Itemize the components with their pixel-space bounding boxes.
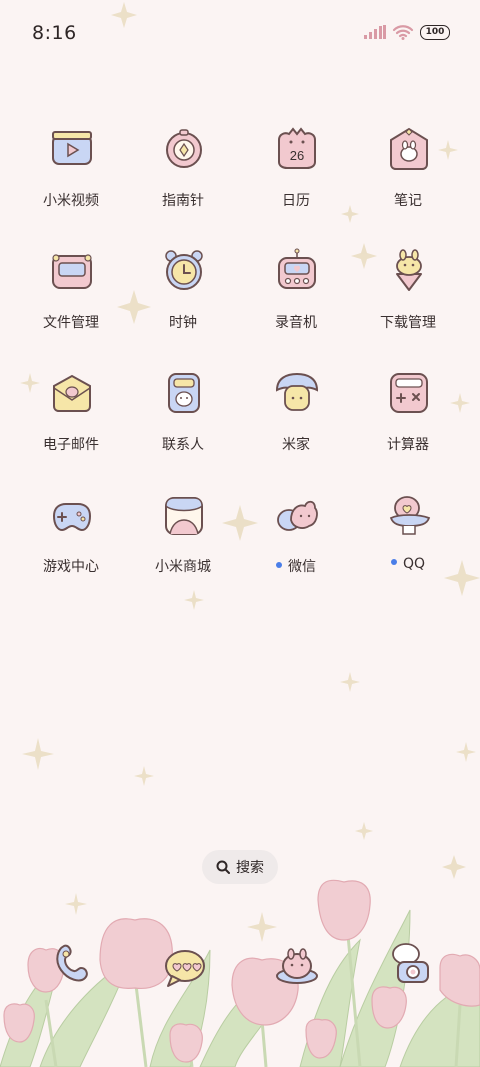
app-clock[interactable]: 时钟	[127, 242, 239, 352]
search-label: 搜索	[236, 860, 264, 876]
mijia-icon	[275, 372, 319, 411]
app-email[interactable]: 电子邮件	[15, 364, 127, 474]
app-label: 计算器	[387, 437, 429, 453]
app-label-text: QQ	[402, 556, 426, 572]
wechat-icon	[277, 500, 318, 531]
status-time: 8:16	[32, 22, 77, 44]
app-qq[interactable]: QQ	[352, 486, 464, 596]
app-label: 小米商城	[155, 559, 211, 575]
new-indicator-dot	[390, 559, 397, 565]
app-mi-store[interactable]: 小米商城	[127, 486, 239, 596]
app-label: QQ	[352, 556, 464, 572]
app-calendar[interactable]: 26 日历	[240, 120, 352, 230]
search-button[interactable]: 搜索	[202, 850, 278, 884]
phone-icon[interactable]	[48, 940, 94, 986]
new-indicator-dot	[276, 562, 282, 568]
app-label: 时钟	[169, 315, 197, 331]
contacts-icon	[168, 373, 200, 413]
clock-icon	[165, 250, 203, 290]
app-label: 小米视频	[43, 193, 99, 209]
compass-icon	[166, 129, 202, 168]
calendar-date: 26	[290, 148, 304, 163]
video-icon	[52, 131, 92, 165]
app-label: 录音机	[275, 315, 317, 331]
email-icon	[53, 374, 91, 412]
app-compass[interactable]: 指南针	[127, 120, 239, 230]
app-label: 米家	[282, 437, 310, 453]
recorder-icon	[278, 248, 316, 289]
app-label: 游戏中心	[43, 559, 99, 575]
wifi-icon	[392, 25, 414, 40]
search-icon	[216, 860, 230, 874]
app-wechat[interactable]: 微信	[240, 486, 352, 596]
app-mijia[interactable]: 米家	[240, 364, 352, 474]
file-manager-icon	[52, 254, 92, 289]
app-game-center[interactable]: 游戏中心	[15, 486, 127, 596]
app-contacts[interactable]: 联系人	[127, 364, 239, 474]
app-mi-video[interactable]: 小米视频	[15, 120, 127, 230]
app-label: 笔记	[394, 193, 422, 209]
calculator-icon	[390, 373, 428, 413]
app-label: 微信	[240, 556, 352, 576]
calendar-icon: 26	[278, 127, 316, 169]
qq-icon	[389, 496, 431, 535]
app-label: 日历	[282, 193, 310, 209]
app-label: 联系人	[162, 437, 204, 453]
app-downloads[interactable]: 下载管理	[352, 242, 464, 352]
app-label: 电子邮件	[43, 437, 99, 453]
download-icon	[396, 249, 422, 291]
app-label: 文件管理	[43, 315, 99, 331]
app-notes[interactable]: 笔记	[352, 120, 464, 230]
battery-indicator: 100	[420, 24, 450, 40]
camera-icon[interactable]	[386, 940, 432, 986]
app-label: 下载管理	[380, 315, 436, 331]
app-recorder[interactable]: 录音机	[240, 242, 352, 352]
browser-icon[interactable]	[274, 944, 320, 990]
notes-icon	[390, 127, 428, 170]
app-calculator[interactable]: 计算器	[352, 364, 464, 474]
status-bar: 8:16 100	[0, 0, 480, 68]
app-label-text: 微信	[288, 559, 316, 575]
mi-store-icon	[165, 497, 203, 535]
game-center-icon	[52, 503, 92, 532]
messages-icon[interactable]	[162, 944, 208, 990]
app-file-manager[interactable]: 文件管理	[15, 242, 127, 352]
dock	[0, 930, 480, 1000]
status-icons: 100	[364, 24, 450, 40]
app-label: 指南针	[162, 193, 204, 209]
signal-icon	[364, 25, 386, 39]
